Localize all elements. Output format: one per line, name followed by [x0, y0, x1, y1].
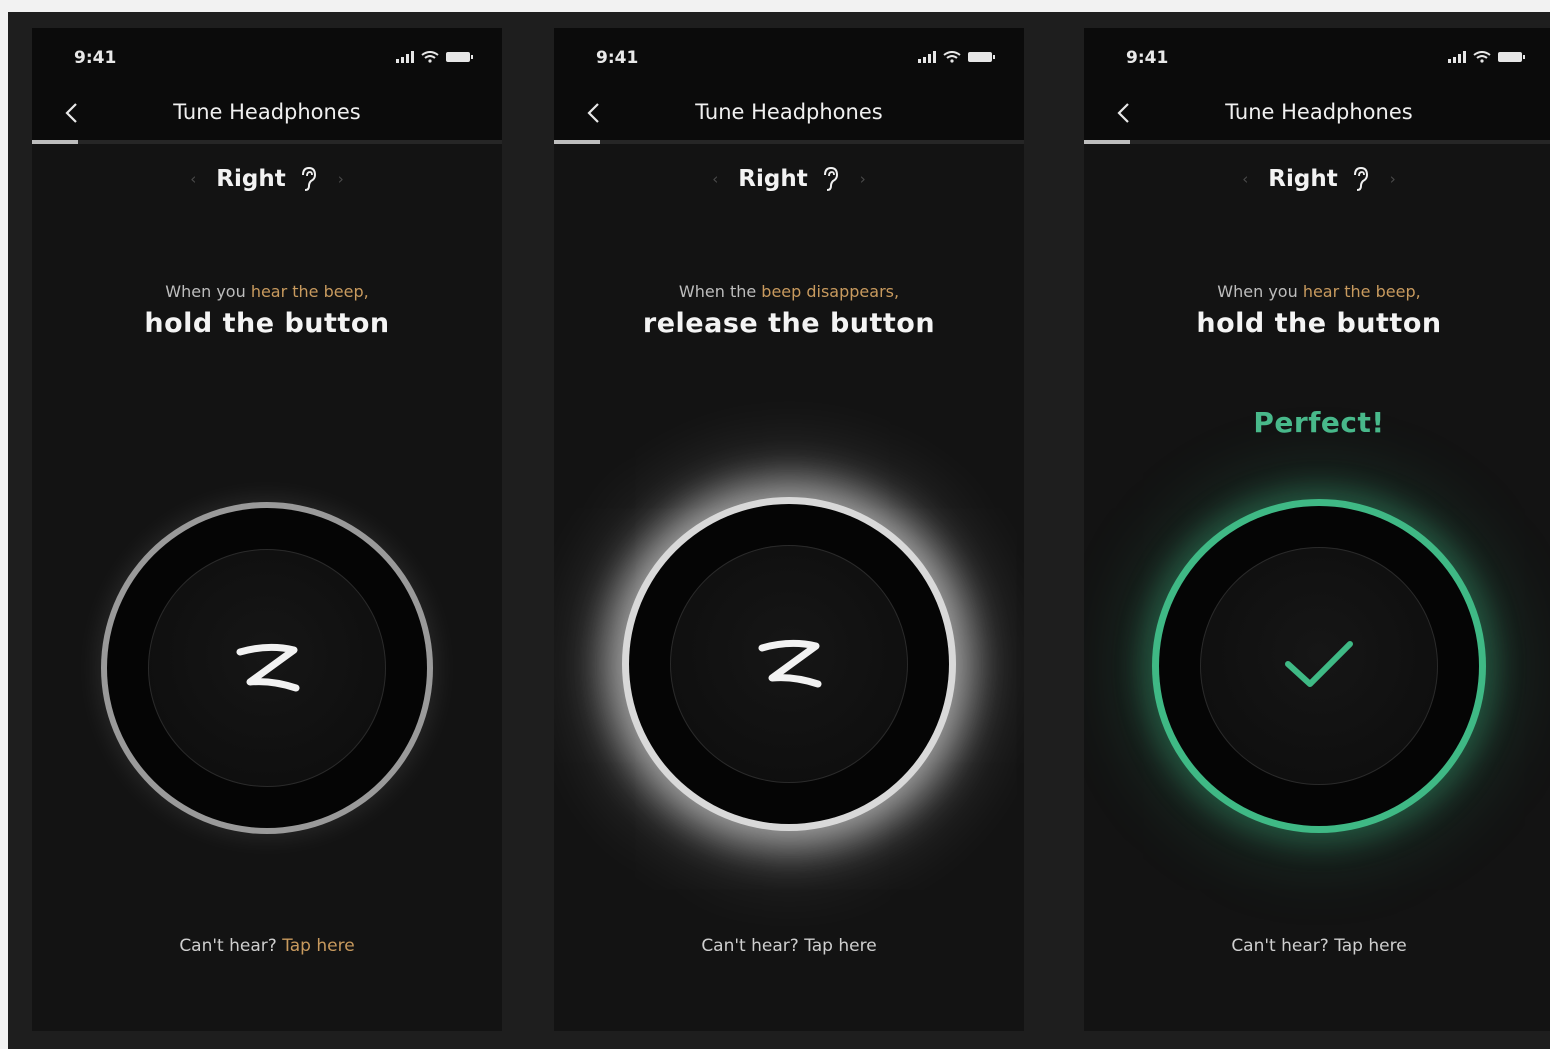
signal-icon — [396, 51, 414, 63]
phone-screen-3: 9:41 Tune Headphones ‹ Right › When you … — [1084, 28, 1550, 1031]
battery-icon — [968, 52, 995, 62]
tune-button[interactable] — [107, 508, 427, 828]
wifi-icon — [943, 51, 961, 63]
tap-here-link[interactable]: Tap here — [282, 936, 355, 956]
wifi-icon — [421, 51, 439, 63]
tap-here-link[interactable]: Tap here — [804, 936, 877, 956]
ear-side-label: Right — [1268, 166, 1338, 192]
phone-screen-1: 9:41 Tune Headphones ‹ Right › When you … — [32, 28, 502, 1031]
ear-selector: ‹ Right › — [554, 166, 1024, 192]
battery-icon — [1498, 52, 1525, 62]
wifi-icon — [1473, 51, 1491, 63]
help-prefix: Can't hear? — [1231, 936, 1335, 956]
next-ear-indicator-icon[interactable]: › — [330, 170, 352, 188]
checkmark-icon — [1285, 641, 1353, 687]
page-title: Tune Headphones — [695, 100, 883, 124]
left-ear-indicator-icon[interactable]: ‹ — [704, 170, 726, 188]
instruction-prefix: When you — [165, 282, 251, 301]
tap-here-link[interactable]: Tap here — [1334, 936, 1407, 956]
progress-fill — [32, 140, 78, 144]
status-time: 9:41 — [596, 48, 639, 68]
signal-icon — [918, 51, 936, 63]
z-logo-icon — [758, 639, 822, 688]
left-ear-indicator-icon[interactable]: ‹ — [182, 170, 204, 188]
tune-button[interactable] — [1159, 506, 1479, 826]
instruction-prefix: When you — [1217, 282, 1303, 301]
ear-side-label: Right — [216, 166, 286, 192]
z-logo-icon — [236, 643, 300, 692]
ear-icon — [1353, 166, 1368, 191]
progress-track — [1084, 140, 1550, 144]
page-title: Tune Headphones — [173, 100, 361, 124]
instruction-highlight: hear the beep, — [250, 282, 369, 301]
left-ear-indicator-icon[interactable]: ‹ — [1234, 170, 1256, 188]
help-prefix: Can't hear? — [701, 936, 805, 956]
status-icons — [918, 51, 995, 63]
header: 9:41 Tune Headphones — [1084, 28, 1550, 140]
ear-icon — [823, 166, 838, 191]
instruction-hint: When you hear the beep, — [1084, 282, 1550, 301]
next-ear-indicator-icon[interactable]: › — [852, 170, 874, 188]
phone-screen-2: 9:41 Tune Headphones ‹ Right › When the … — [554, 28, 1024, 1031]
instruction-main: hold the button — [144, 308, 390, 339]
next-ear-indicator-icon[interactable]: › — [1382, 170, 1404, 188]
ear-icon — [301, 166, 316, 191]
cant-hear-help[interactable]: Can't hear? Tap here — [554, 936, 1024, 956]
ear-selector: ‹ Right › — [32, 166, 502, 192]
instruction-hint: When you hear the beep, — [32, 282, 502, 301]
instruction-highlight: beep disappears, — [761, 282, 900, 301]
progress-track — [554, 140, 1024, 144]
status-icons — [396, 51, 473, 63]
signal-icon — [1448, 51, 1466, 63]
tune-button[interactable] — [629, 504, 949, 824]
progress-fill — [1084, 140, 1130, 144]
status-time: 9:41 — [1126, 48, 1169, 68]
header: 9:41 Tune Headphones — [32, 28, 502, 140]
status-time: 9:41 — [74, 48, 117, 68]
instruction-main: release the button — [642, 308, 936, 339]
instruction-hint: When the beep disappears, — [554, 282, 1024, 301]
cant-hear-help[interactable]: Can't hear? Tap here — [1084, 936, 1550, 956]
instruction-highlight: hear the beep, — [1302, 282, 1421, 301]
progress-fill — [554, 140, 600, 144]
cant-hear-help[interactable]: Can't hear? Tap here — [32, 936, 502, 956]
page-title: Tune Headphones — [1225, 100, 1413, 124]
instruction-prefix: When the — [678, 282, 762, 301]
battery-icon — [446, 52, 473, 62]
ear-selector: ‹ Right › — [1084, 166, 1550, 192]
instruction-main: hold the button — [1196, 308, 1442, 339]
ear-side-label: Right — [738, 166, 808, 192]
header: 9:41 Tune Headphones — [554, 28, 1024, 140]
progress-track — [32, 140, 502, 144]
success-feedback: Perfect! — [1253, 406, 1385, 439]
help-prefix: Can't hear? — [179, 936, 283, 956]
status-icons — [1448, 51, 1525, 63]
showcase-frame: 9:41 Tune Headphones ‹ Right › When you … — [8, 12, 1550, 1049]
